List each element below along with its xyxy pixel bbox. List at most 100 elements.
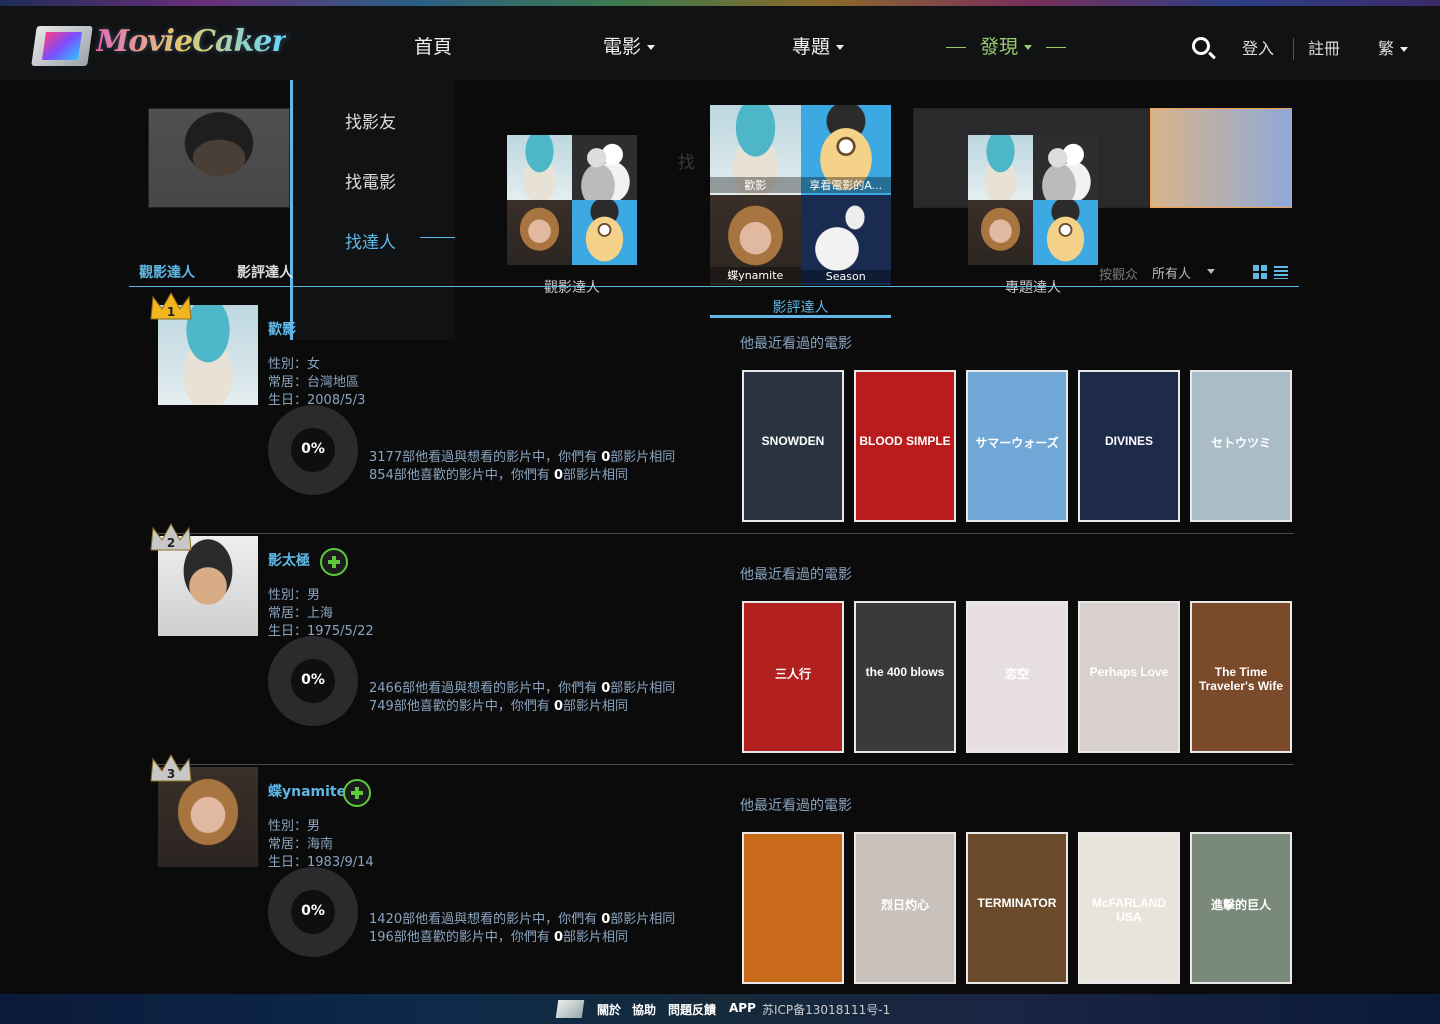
chevron-down-icon (1024, 45, 1033, 50)
stat-number: 0 (553, 468, 563, 483)
poster-title: SNOWDEN (761, 434, 825, 448)
movie-poster[interactable]: Perhaps Love (1078, 601, 1180, 753)
tab-watch-experts[interactable]: 觀影達人 (139, 262, 195, 282)
user-name[interactable]: 影太極 (268, 550, 310, 570)
footer-link-help[interactable]: 協助 (632, 1001, 656, 1018)
match-percent: 0% (301, 903, 325, 919)
movie-poster[interactable]: 三人行 (742, 601, 844, 753)
movie-poster[interactable]: The Time Traveler's Wife (1190, 601, 1292, 753)
banner-slide[interactable] (1150, 108, 1292, 208)
poster-title: 烈日灼心 (880, 898, 929, 912)
poster-title: the 400 blows (865, 665, 945, 679)
footer-link-feedback[interactable]: 問題反饋 (668, 1001, 716, 1018)
match-percent: 0% (301, 672, 325, 688)
footer-logo-icon[interactable] (555, 1000, 585, 1018)
collage-tile (572, 200, 637, 265)
stat-text: 1420部他看過與想看的影片中，你們有 (369, 912, 602, 927)
movie-poster[interactable]: サマーウォーズ (966, 370, 1068, 522)
stat-number: 0 (553, 930, 563, 945)
bg-menu-text: 找 (678, 153, 695, 173)
tab-review-experts[interactable]: 影評達人 (237, 262, 293, 282)
user-location: 常居：海南 (268, 837, 334, 852)
menu-find-experts[interactable]: 找達人 (345, 228, 396, 253)
menu-find-movies[interactable]: 找電影 (345, 168, 396, 193)
expert-row: 2 影太極 性別：男 常居：上海 生日：1975/5/22 0% 2466部他看過與想看的影… (150, 522, 1294, 765)
site-logo[interactable]: MovieCaker (31, 24, 287, 68)
stat-liked: 749部他喜歡的影片中，你們有 0部影片相同 (369, 695, 628, 714)
discover-right-dash (1046, 47, 1067, 48)
grid-view-icon[interactable] (1253, 265, 1267, 279)
stat-number: 0 (601, 912, 611, 927)
collage-tile: 享看電影的A... (800, 105, 891, 195)
movie-poster[interactable]: TERMINATOR (966, 832, 1068, 984)
menu-find-friends[interactable]: 找影友 (345, 108, 396, 133)
add-friend-button[interactable] (320, 548, 348, 576)
stat-watched: 2466部他看過與想看的影片中，你們有 0部影片相同 (369, 677, 675, 696)
user-gender: 性別：男 (268, 819, 321, 834)
collage-tile (968, 135, 1033, 200)
card-collage (507, 135, 637, 265)
nav-movies[interactable]: 電影 (603, 32, 656, 59)
language-select[interactable]: 繁 (1378, 35, 1409, 59)
banner-image (149, 109, 289, 207)
poster-title: McFARLAND USA (1092, 896, 1166, 924)
logo-mark-icon (31, 26, 93, 66)
recent-movies-label: 他最近看過的電影 (740, 336, 852, 352)
nav-home[interactable]: 首頁 (414, 32, 452, 59)
search-icon[interactable] (1192, 37, 1210, 55)
discover-dropdown: 找影友 找電影 找達人 (290, 80, 455, 340)
movie-poster[interactable]: セトウツミ (1190, 370, 1292, 522)
collage-tile (1033, 135, 1098, 200)
nav-topics[interactable]: 專題 (792, 32, 845, 59)
list-view-icon[interactable] (1274, 266, 1288, 279)
movie-poster[interactable] (742, 832, 844, 984)
banner-slide[interactable] (148, 108, 290, 208)
collage-tile (968, 200, 1033, 265)
rank-number: 1 (166, 305, 176, 319)
movie-poster[interactable]: the 400 blows (854, 601, 956, 753)
movie-poster[interactable]: BLOOD SIMPLE (854, 370, 956, 522)
stat-text: 部影片相同 (610, 912, 676, 927)
poster-title: 三人行 (774, 667, 811, 681)
footer-link-app[interactable]: APP (729, 1001, 756, 1015)
user-name[interactable]: 蝶ynamite (268, 781, 346, 801)
stat-number: 0 (601, 681, 611, 696)
movie-poster[interactable]: McFARLAND USA (1078, 832, 1180, 984)
footer-link-about[interactable]: 關於 (597, 1001, 621, 1018)
match-ring: 0% (268, 867, 358, 957)
user-gender: 性別：男 (268, 588, 321, 603)
stat-text: 部影片相同 (563, 468, 629, 483)
movie-poster[interactable]: DIVINES (1078, 370, 1180, 522)
stat-text: 749部他喜歡的影片中，你們有 (369, 699, 554, 714)
movie-poster[interactable]: 烈日灼心 (854, 832, 956, 984)
rank-crown-icon: 3 (148, 751, 194, 787)
user-name[interactable]: 歡影 (268, 319, 296, 339)
stat-text: 部影片相同 (563, 930, 629, 945)
card-collage (968, 135, 1098, 265)
rank-crown-icon: 2 (148, 520, 194, 556)
user-location: 常居：台灣地區 (268, 375, 360, 390)
movie-poster[interactable]: 進擊的巨人 (1190, 832, 1292, 984)
stat-number: 0 (601, 450, 611, 465)
nav-topics-label: 專題 (792, 36, 831, 58)
register-link[interactable]: 註冊 (1308, 35, 1340, 59)
nav-movies-label: 電影 (603, 36, 642, 58)
collage-tile (507, 135, 572, 200)
match-ring: 0% (268, 636, 358, 726)
collage-tile (572, 135, 637, 200)
stat-text: 3177部他看過與想看的影片中，你們有 (369, 450, 602, 465)
expert-tabs: 觀影達人 影評達人 按觀众 所有人 (129, 258, 1299, 287)
expert-row: 1 歡影 性別：女 常居：台灣地區 生日：2008/5/3 0% 3177部他看過與想看的影… (150, 291, 1294, 534)
match-percent: 0% (301, 441, 325, 457)
audience-select[interactable]: 所有人 (1152, 263, 1191, 282)
chevron-down-icon (647, 45, 656, 50)
login-link[interactable]: 登入 (1242, 35, 1274, 59)
movie-poster[interactable]: 恋空 (966, 601, 1068, 753)
stat-number: 0 (553, 699, 563, 714)
stat-watched: 3177部他看過與想看的影片中，你們有 0部影片相同 (369, 446, 675, 465)
filter-label: 按觀众 (1099, 268, 1139, 283)
add-friend-button[interactable] (343, 779, 371, 807)
stat-text: 部影片相同 (563, 699, 629, 714)
nav-discover[interactable]: 發現 (946, 32, 1080, 59)
movie-poster[interactable]: SNOWDEN (742, 370, 844, 522)
